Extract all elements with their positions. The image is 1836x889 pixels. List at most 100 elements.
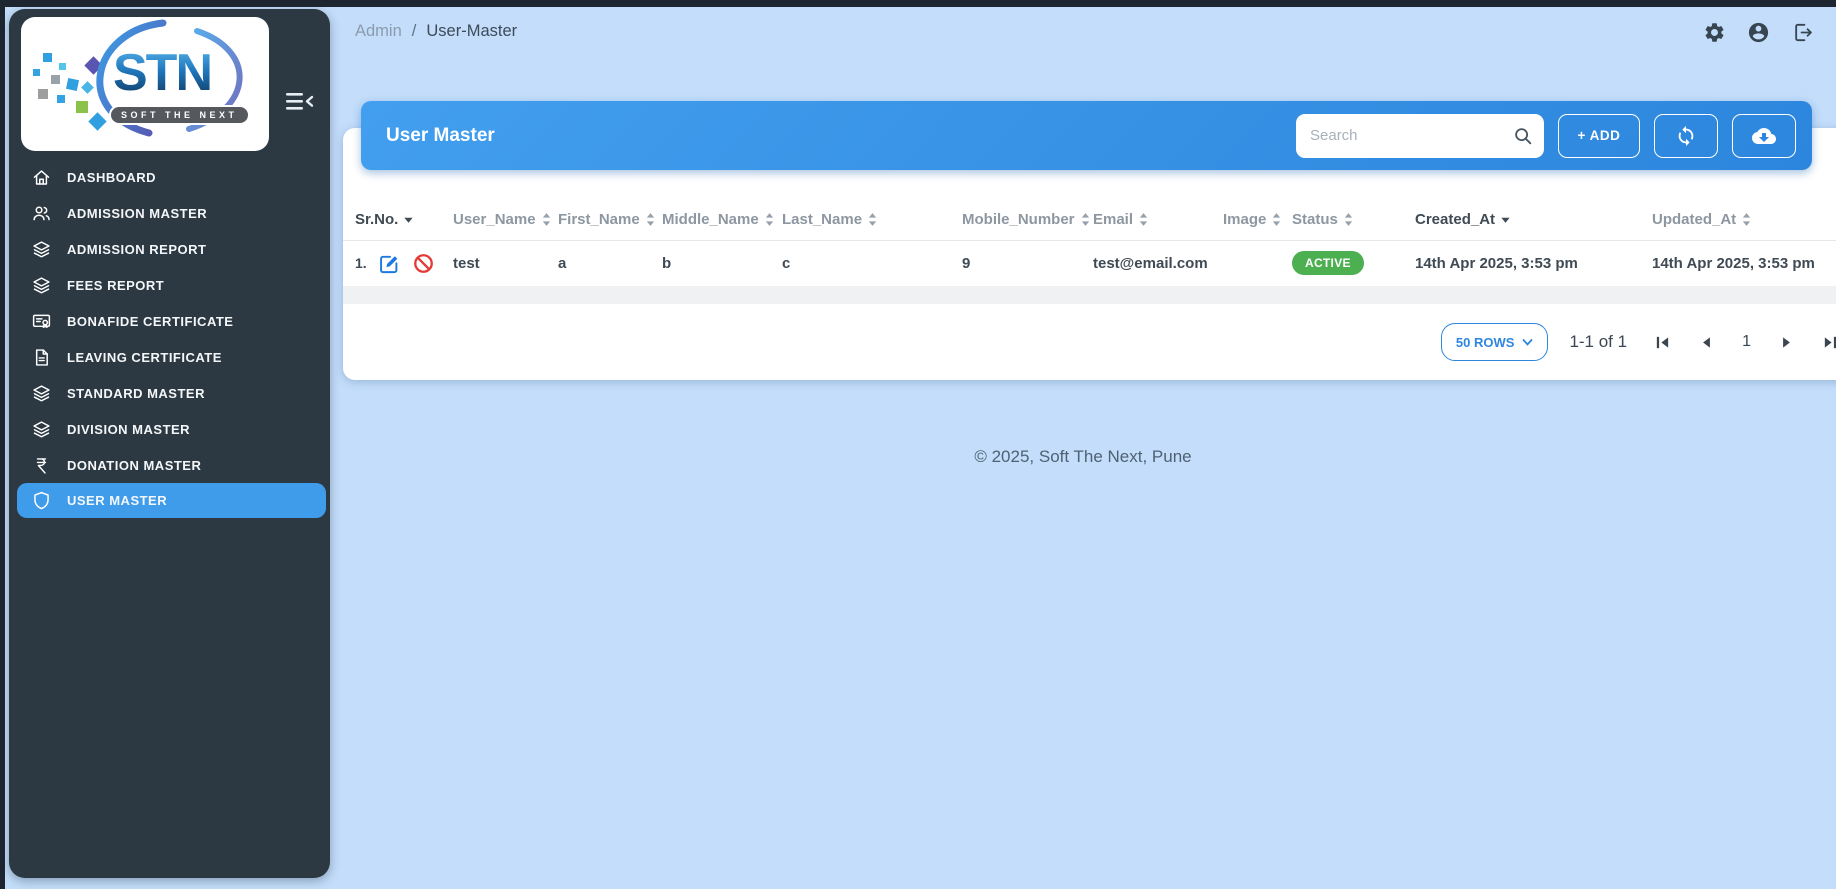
export-button[interactable] bbox=[1732, 114, 1796, 158]
main-content: Admin / User-Master User Master bbox=[330, 7, 1836, 889]
panel-title: User Master bbox=[386, 125, 495, 147]
cell-updated-at: 14th Apr 2025, 3:53 pm bbox=[1652, 240, 1836, 286]
cell-user-name: test bbox=[453, 240, 558, 286]
first-page-icon[interactable] bbox=[1654, 334, 1671, 351]
table-row: 1. test bbox=[343, 240, 1836, 286]
column-header-updated-at[interactable]: Updated_At bbox=[1652, 200, 1836, 240]
next-page-icon[interactable] bbox=[1778, 334, 1795, 351]
search-input[interactable] bbox=[1296, 114, 1544, 158]
status-badge: ACTIVE bbox=[1292, 251, 1364, 275]
user-table: Sr.No. User_Name First_Name Middle_ bbox=[343, 200, 1836, 286]
sidebar-item-label: USER MASTER bbox=[67, 493, 167, 508]
cell-middle-name: b bbox=[662, 240, 782, 286]
breadcrumb-current: User-Master bbox=[426, 22, 517, 41]
column-header-created-at[interactable]: Created_At bbox=[1415, 200, 1652, 240]
sidebar-item-label: ADMISSION MASTER bbox=[67, 206, 207, 221]
sort-desc-icon bbox=[1500, 216, 1511, 224]
people-icon bbox=[31, 203, 52, 224]
column-header-image[interactable]: Image bbox=[1223, 200, 1292, 240]
sidebar-item-user-master[interactable]: USER MASTER bbox=[17, 483, 326, 518]
sort-both-icon bbox=[764, 212, 775, 227]
rupee-icon bbox=[31, 455, 52, 476]
sidebar-item-label: BONAFIDE CERTIFICATE bbox=[67, 314, 233, 329]
cell-mobile-number: 9 bbox=[962, 240, 1093, 286]
column-header-user-name[interactable]: User_Name bbox=[453, 200, 558, 240]
sort-both-icon bbox=[645, 212, 656, 227]
column-header-email[interactable]: Email bbox=[1093, 200, 1223, 240]
sort-desc-icon bbox=[403, 216, 414, 224]
sort-both-icon bbox=[1343, 212, 1354, 227]
breadcrumb-separator: / bbox=[412, 22, 417, 41]
certificate-icon bbox=[31, 311, 52, 332]
settings-icon[interactable] bbox=[1703, 21, 1726, 44]
menu-collapse-icon[interactable] bbox=[282, 87, 316, 117]
sort-both-icon bbox=[1741, 212, 1752, 227]
panel-actions: + ADD bbox=[1296, 114, 1796, 158]
refresh-icon bbox=[1675, 125, 1697, 147]
account-icon[interactable] bbox=[1747, 21, 1770, 44]
sidebar-item-label: DASHBOARD bbox=[67, 170, 156, 185]
topbar-actions bbox=[1703, 21, 1814, 44]
last-page-icon[interactable] bbox=[1822, 334, 1836, 351]
layers-icon bbox=[31, 239, 52, 260]
sidebar-item-admission-report[interactable]: ADMISSION REPORT bbox=[9, 231, 330, 267]
sort-both-icon bbox=[1271, 212, 1282, 227]
layers-icon bbox=[31, 383, 52, 404]
refresh-button[interactable] bbox=[1654, 114, 1718, 158]
cloud-download-icon bbox=[1752, 124, 1776, 148]
breadcrumb-parent[interactable]: Admin bbox=[355, 22, 402, 41]
edit-icon[interactable] bbox=[378, 252, 401, 275]
sort-both-icon bbox=[1138, 212, 1149, 227]
sort-both-icon bbox=[867, 212, 878, 227]
current-page[interactable]: 1 bbox=[1742, 333, 1751, 351]
add-button[interactable]: + ADD bbox=[1558, 114, 1640, 158]
block-icon[interactable] bbox=[412, 252, 435, 275]
logo[interactable]: STN SOFT THE NEXT bbox=[21, 17, 269, 151]
cell-sr-no: 1. bbox=[343, 240, 453, 286]
sidebar-item-label: ADMISSION REPORT bbox=[67, 242, 206, 257]
sidebar-item-label: LEAVING CERTIFICATE bbox=[67, 350, 222, 365]
window-frame-left bbox=[0, 0, 5, 889]
column-header-last-name[interactable]: Last_Name bbox=[782, 200, 962, 240]
sidebar-item-division-master[interactable]: DIVISION MASTER bbox=[9, 411, 330, 447]
row-number: 1. bbox=[355, 255, 367, 271]
sidebar-item-label: STANDARD MASTER bbox=[67, 386, 205, 401]
breadcrumb: Admin / User-Master bbox=[355, 22, 517, 41]
column-header-first-name[interactable]: First_Name bbox=[558, 200, 662, 240]
sidebar-item-dashboard[interactable]: DASHBOARD bbox=[9, 159, 330, 195]
cell-created-at: 14th Apr 2025, 3:53 pm bbox=[1415, 240, 1652, 286]
column-header-mobile-number[interactable]: Mobile_Number bbox=[962, 200, 1093, 240]
sidebar-nav: DASHBOARD ADMISSION MASTER ADMISSION REP… bbox=[9, 159, 330, 518]
cell-email: test@email.com bbox=[1093, 240, 1223, 286]
empty-row-stripe bbox=[343, 286, 1836, 304]
sidebar-item-label: DIVISION MASTER bbox=[67, 422, 190, 437]
rows-per-page-button[interactable]: 50 ROWS bbox=[1441, 323, 1549, 361]
sidebar: STN SOFT THE NEXT DASHBOARD bbox=[9, 9, 330, 878]
logout-icon[interactable] bbox=[1791, 21, 1814, 44]
sort-both-icon bbox=[541, 212, 552, 227]
sidebar-item-standard-master[interactable]: STANDARD MASTER bbox=[9, 375, 330, 411]
layers-icon bbox=[31, 275, 52, 296]
footer-copyright: © 2025, Soft The Next, Pune bbox=[330, 447, 1836, 467]
sidebar-item-label: DONATION MASTER bbox=[67, 458, 201, 473]
pagination-bar: 50 ROWS 1-1 of 1 1 bbox=[343, 304, 1836, 380]
layers-icon bbox=[31, 419, 52, 440]
previous-page-icon[interactable] bbox=[1698, 334, 1715, 351]
column-header-middle-name[interactable]: Middle_Name bbox=[662, 200, 782, 240]
sidebar-item-leaving-certificate[interactable]: LEAVING CERTIFICATE bbox=[9, 339, 330, 375]
sidebar-item-fees-report[interactable]: FEES REPORT bbox=[9, 267, 330, 303]
sidebar-item-admission-master[interactable]: ADMISSION MASTER bbox=[9, 195, 330, 231]
sidebar-item-label: FEES REPORT bbox=[67, 278, 164, 293]
search-box bbox=[1296, 114, 1544, 158]
document-icon bbox=[31, 347, 52, 368]
column-header-status[interactable]: Status bbox=[1292, 200, 1415, 240]
cell-status: ACTIVE bbox=[1292, 240, 1415, 286]
chevron-down-icon bbox=[1522, 339, 1533, 346]
cell-last-name: c bbox=[782, 240, 962, 286]
cell-first-name: a bbox=[558, 240, 662, 286]
column-header-sr-no[interactable]: Sr.No. bbox=[343, 200, 453, 240]
sidebar-item-donation-master[interactable]: DONATION MASTER bbox=[9, 447, 330, 483]
search-icon[interactable] bbox=[1512, 125, 1534, 147]
cell-image bbox=[1223, 240, 1292, 286]
sidebar-item-bonafide-certificate[interactable]: BONAFIDE CERTIFICATE bbox=[9, 303, 330, 339]
